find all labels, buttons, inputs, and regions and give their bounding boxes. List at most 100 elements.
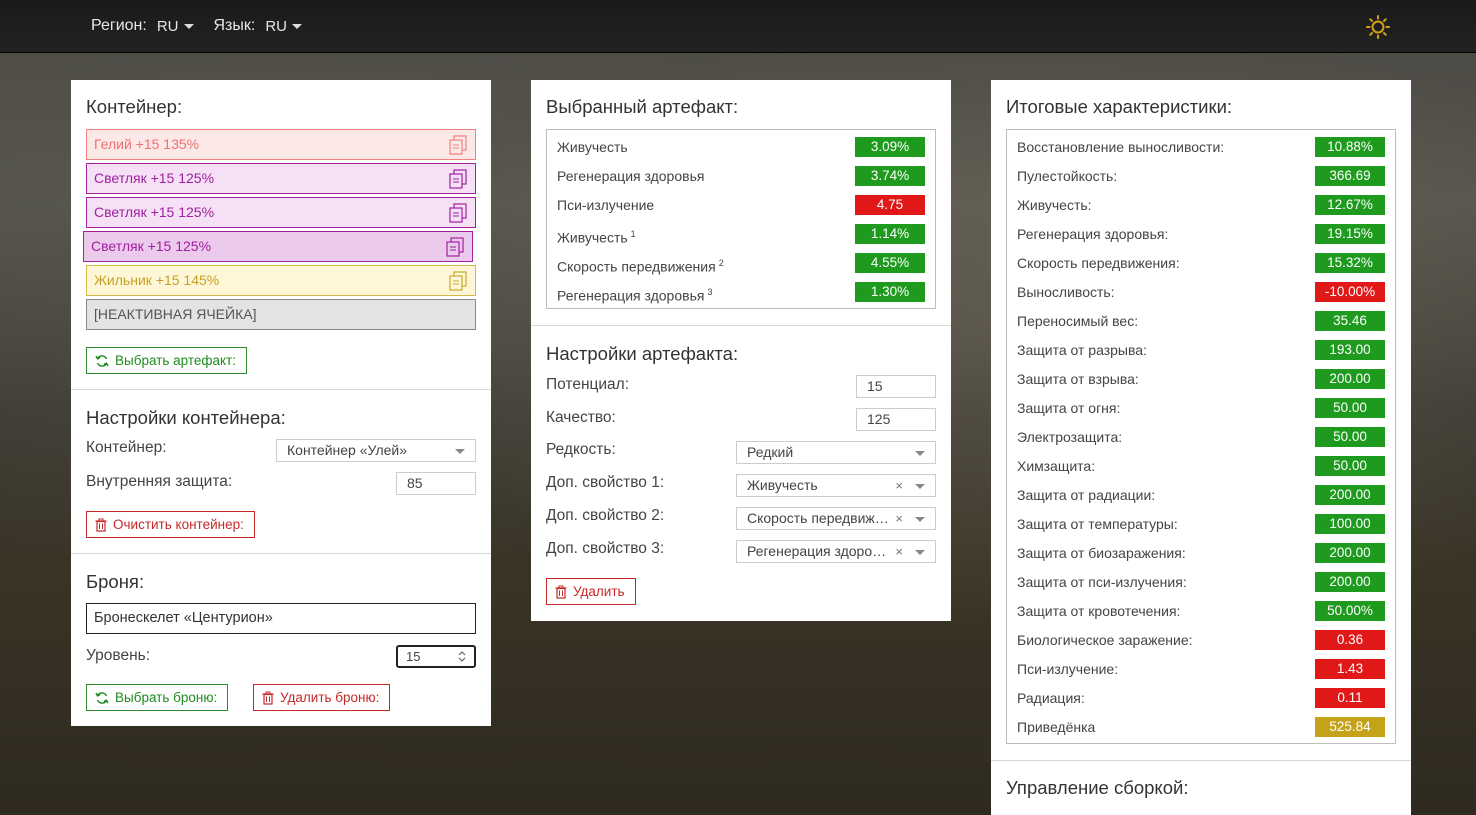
choose-artifact-button[interactable]: Выбрать артефакт: xyxy=(86,347,247,374)
stat-label: Биологическое заражение: xyxy=(1017,632,1193,648)
stat-label: Защита от биозаражения: xyxy=(1017,545,1186,561)
slot-label: Жильник +15 145% xyxy=(94,272,220,288)
potential-label: Потенциал: xyxy=(546,376,630,393)
totals-title: Итоговые характеристики: xyxy=(1006,96,1233,117)
quality-label: Качество: xyxy=(546,409,616,426)
prop3-select[interactable]: Регенерация здоровья × xyxy=(736,540,936,563)
container-slot[interactable]: Светляк +15 125% xyxy=(86,197,476,228)
stat-value-badge: 525.84 xyxy=(1315,717,1385,737)
rarity-select[interactable]: Редкий xyxy=(736,441,936,464)
stat-name: Защита от огня: xyxy=(1017,398,1120,418)
delete-artifact-button[interactable]: Удалить xyxy=(546,578,636,605)
stat-label: Живучесть xyxy=(557,229,628,246)
language-label: Язык: xyxy=(213,17,256,34)
container-title: Контейнер: xyxy=(86,96,183,117)
stepper-arrows-icon[interactable] xyxy=(458,650,466,663)
stat-label: Регенерация здоровья xyxy=(557,287,705,304)
armor-level-stepper[interactable]: 15 xyxy=(396,645,476,668)
caret-down-icon xyxy=(915,550,925,555)
language-value: RU xyxy=(265,17,288,35)
armor-level-value: 15 xyxy=(406,649,421,664)
top-bar: Регион: RU Язык: RU xyxy=(0,0,1476,53)
divider xyxy=(71,553,491,554)
caret-down-icon xyxy=(915,517,925,522)
clear-icon[interactable]: × xyxy=(895,541,903,562)
divider xyxy=(71,389,491,390)
prop2-select[interactable]: Скорость передвижения × xyxy=(736,507,936,530)
stat-name: Регенерация здоровья xyxy=(557,166,704,186)
slot-label: Светляк +15 125% xyxy=(94,170,215,186)
caret-down-icon xyxy=(455,449,465,454)
delete-artifact-label: Удалить xyxy=(573,584,625,599)
armor-level-label: Уровень: xyxy=(86,647,151,664)
stat-value-badge: 200.00 xyxy=(1315,572,1385,592)
stat-label: Химзащита: xyxy=(1017,458,1096,474)
potential-input[interactable]: 15 xyxy=(856,375,936,398)
quality-input[interactable]: 125 xyxy=(856,408,936,431)
container-type-label: Контейнер: xyxy=(86,439,167,456)
stat-name: Регенерация здоровья 3 xyxy=(557,282,712,304)
internal-protection-input[interactable]: 85 xyxy=(396,472,476,495)
stat-label: Пулестойкость: xyxy=(1017,168,1118,184)
stat-name: Живучесть 1 xyxy=(557,224,636,246)
stat-label: Выносливость: xyxy=(1017,284,1115,300)
container-slot[interactable]: Светляк +15 125% xyxy=(86,163,476,194)
selected-artifact-title: Выбранный артефакт: xyxy=(546,96,739,117)
copy-icon[interactable] xyxy=(449,271,467,291)
caret-down-icon xyxy=(915,451,925,456)
container-slot[interactable]: Жильник +15 145% xyxy=(86,265,476,296)
stat-name: Биологическое заражение: xyxy=(1017,630,1193,650)
choose-armor-button[interactable]: Выбрать броню: xyxy=(86,684,229,711)
clear-icon[interactable]: × xyxy=(895,475,903,496)
stat-value-badge: 1.43 xyxy=(1315,659,1385,679)
stat-name: Радиация: xyxy=(1017,688,1085,708)
stat-name: Защита от разрыва: xyxy=(1017,340,1147,360)
stat-value-badge: 12.67% xyxy=(1315,195,1385,215)
slot-label: Светляк +15 125% xyxy=(94,204,215,220)
stat-label: Приведёнка xyxy=(1017,719,1096,735)
stat-name: Восстановление выносливости: xyxy=(1017,137,1224,157)
stat-value-badge: 15.32% xyxy=(1315,253,1385,273)
clear-container-button[interactable]: Очистить контейнер: xyxy=(86,511,255,538)
stat-value-badge: 0.36 xyxy=(1315,630,1385,650)
stat-value-badge: 4.75 xyxy=(855,195,925,215)
sun-icon[interactable] xyxy=(1366,15,1390,39)
stat-value-badge: 50.00 xyxy=(1315,427,1385,447)
trash-icon xyxy=(555,585,567,599)
copy-icon[interactable] xyxy=(446,237,464,257)
slot-label: Светляк +15 125% xyxy=(91,238,212,254)
clear-icon[interactable]: × xyxy=(895,508,903,529)
stat-name: Скорость передвижения: xyxy=(1017,253,1180,273)
prop2-value: Скорость передвижения xyxy=(747,510,892,526)
stat-value-badge: 3.74% xyxy=(855,166,925,186)
stat-label: Защита от разрыва: xyxy=(1017,342,1147,358)
slot-label: [НЕАКТИВНАЯ ЯЧЕЙКА] xyxy=(94,306,257,322)
copy-icon[interactable] xyxy=(449,169,467,189)
container-type-select[interactable]: Контейнер «Улей» xyxy=(276,439,476,462)
container-slot-dragging[interactable]: Светляк +15 125% xyxy=(83,231,473,262)
stat-value-badge: 200.00 xyxy=(1315,485,1385,505)
copy-icon[interactable] xyxy=(449,135,467,155)
copy-icon[interactable] xyxy=(449,203,467,223)
stat-name: Переносимый вес: xyxy=(1017,311,1138,331)
divider xyxy=(531,325,951,326)
stat-label: Восстановление выносливости: xyxy=(1017,139,1225,155)
stat-name: Регенерация здоровья: xyxy=(1017,224,1168,244)
choose-artifact-label: Выбрать артефакт: xyxy=(115,353,236,368)
prop1-select[interactable]: Живучесть × xyxy=(736,474,936,497)
stat-label: Переносимый вес: xyxy=(1017,313,1139,329)
language-dropdown[interactable]: RU xyxy=(265,17,303,35)
stat-name: Выносливость: xyxy=(1017,282,1115,302)
armor-field[interactable]: Бронескелет «Центурион» xyxy=(86,603,476,634)
delete-armor-button[interactable]: Удалить броню: xyxy=(253,684,391,711)
container-slot[interactable]: Гелий +15 135% xyxy=(86,129,476,160)
refresh-icon xyxy=(95,354,109,367)
stat-footnote: 1 xyxy=(630,229,636,239)
stat-name: Живучесть xyxy=(557,137,628,157)
stat-name: Пси-излучение xyxy=(557,195,654,215)
stat-value-badge: -10.00% xyxy=(1315,282,1385,302)
stat-label: Защита от кровотечения: xyxy=(1017,603,1181,619)
slot-label: Гелий +15 135% xyxy=(94,136,200,152)
stat-value-badge: 100.00 xyxy=(1315,514,1385,534)
region-dropdown[interactable]: RU xyxy=(157,18,194,35)
